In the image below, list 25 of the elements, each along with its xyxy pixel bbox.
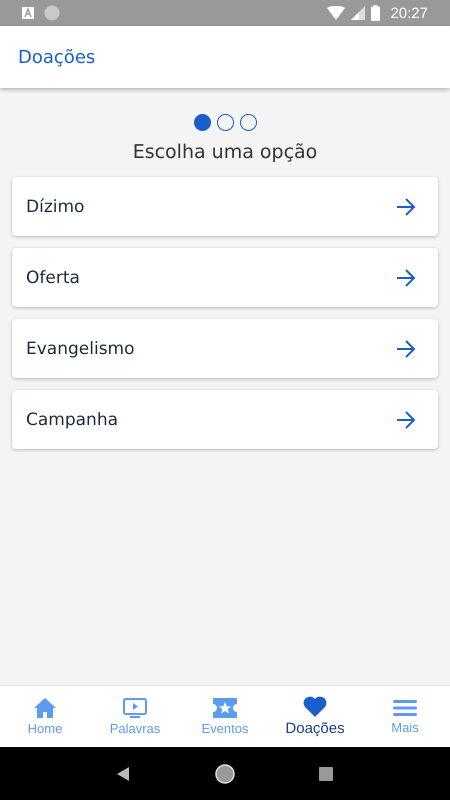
- option-card[interactable]: Evangelismo: [12, 319, 438, 378]
- heart-icon: [303, 696, 327, 717]
- ticket-star-icon: [213, 698, 237, 718]
- keyboard-letter-icon: [22, 7, 34, 19]
- home-circle-icon[interactable]: [215, 764, 235, 784]
- circle-icon: [44, 5, 60, 21]
- prompt-text: Escolha uma opção: [132, 141, 318, 163]
- nav-tab[interactable]: Doações: [270, 686, 360, 747]
- menu-icon: [393, 698, 417, 716]
- signal-icon: [351, 6, 366, 20]
- arrow-right-icon: [396, 198, 416, 216]
- option-card[interactable]: Campanha: [12, 390, 438, 449]
- arrow-right-icon: [396, 268, 416, 286]
- battery-icon: [371, 5, 380, 21]
- wifi-icon: [327, 6, 346, 20]
- home-icon: [34, 698, 56, 718]
- back-icon[interactable]: [117, 766, 131, 780]
- page-title: Doações: [18, 46, 96, 68]
- arrow-right-icon: [396, 410, 416, 428]
- recents-icon[interactable]: [319, 766, 333, 780]
- video-screen-icon: [123, 698, 147, 718]
- option-card[interactable]: Oferta: [12, 248, 438, 307]
- arrow-right-icon: [396, 340, 416, 358]
- clock-time: 20:27: [390, 4, 428, 22]
- option-card[interactable]: Dízimo: [12, 177, 438, 236]
